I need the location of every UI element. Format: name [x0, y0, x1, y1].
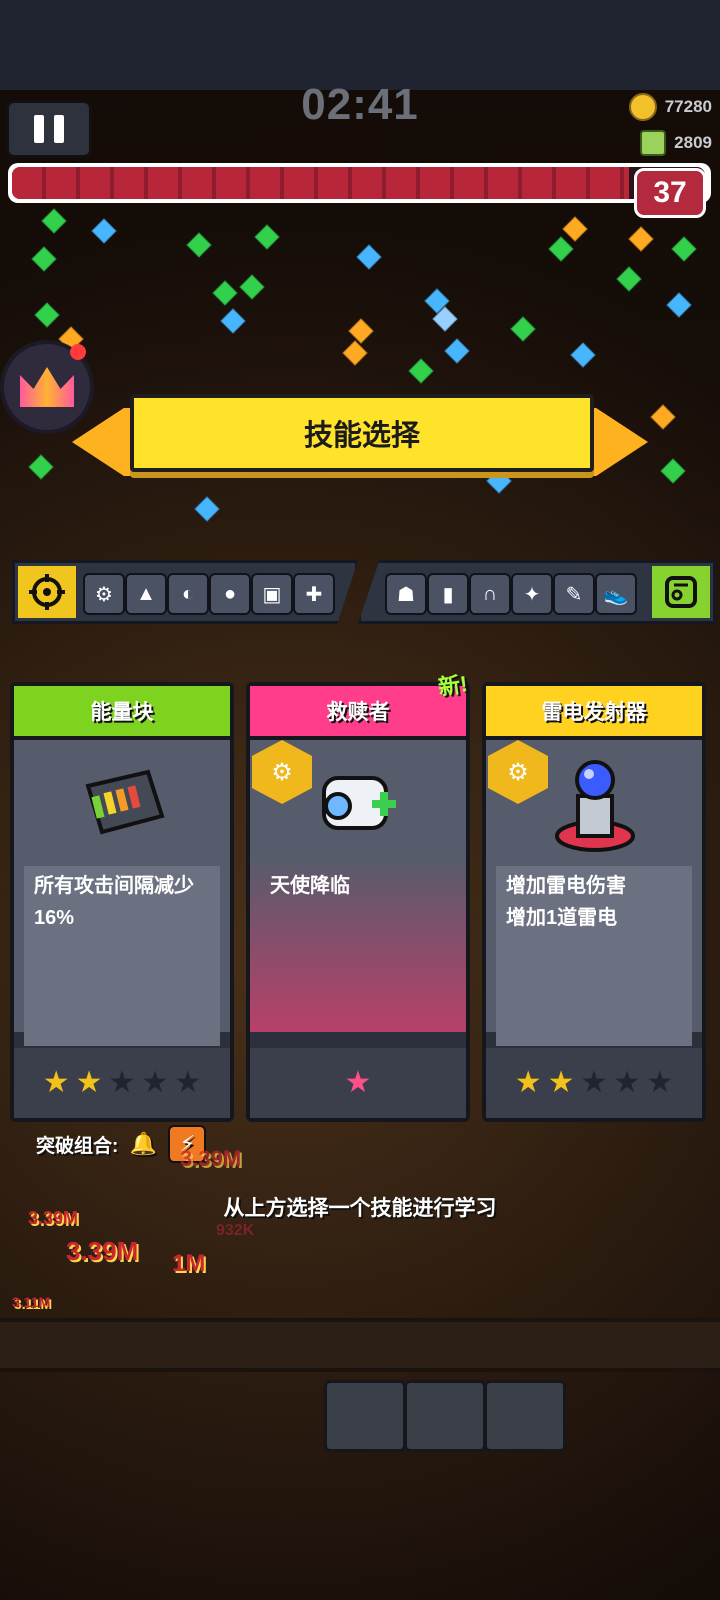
damage-number: 932K	[216, 1222, 255, 1239]
experience-bar	[8, 163, 711, 203]
coin-counter: 77280	[628, 93, 712, 121]
crosshair-icon	[18, 566, 76, 618]
skill-select-title: 技能选择	[130, 394, 594, 472]
passive-slot-6[interactable]: 👟	[595, 573, 637, 615]
star-empty-icon: ★	[580, 1066, 608, 1099]
card-title: 能量块	[14, 686, 230, 740]
pause-icon	[34, 115, 44, 143]
damage-number: 3.11M	[12, 1294, 51, 1310]
rail-track	[0, 1318, 720, 1372]
passive-slot-4[interactable]: ✦	[511, 573, 553, 615]
star-empty-icon: ★	[108, 1066, 136, 1099]
weapon-slot-1[interactable]: ⚙	[83, 573, 125, 615]
mine-cart	[324, 1380, 406, 1452]
kill-count: 2809	[674, 133, 712, 152]
notification-dot	[70, 344, 86, 360]
redeemer-device-icon	[314, 758, 404, 848]
battery-icon	[78, 764, 168, 844]
weapon-slots-panel: ⚙ ▲ ◐ ● ▣ ✚	[12, 560, 358, 624]
star-empty-icon: ★	[174, 1066, 202, 1099]
star-filled-icon: ★	[344, 1066, 372, 1099]
card-description: 所有攻击间隔减少16%	[24, 866, 220, 1046]
passive-slots-panel: ☗ ▮ ∩ ✦ ✎ 👟	[358, 560, 716, 624]
coin-count: 77280	[664, 97, 712, 116]
card-description-line-2: 增加1道雷电	[506, 907, 618, 929]
equipment-bar: ⚙ ▲ ◐ ● ▣ ✚ ☗ ▮ ∩ ✦ ✎ 👟	[12, 560, 716, 624]
weapon-slot-5[interactable]: ▣	[251, 573, 293, 615]
star-filled-icon: ★	[514, 1066, 542, 1099]
weapon-slot-6[interactable]: ✚	[293, 573, 335, 615]
card-title: 雷电发射器	[486, 686, 702, 740]
weapon-slot-2[interactable]: ▲	[125, 573, 167, 615]
star-empty-icon: ★	[646, 1066, 674, 1099]
skill-card-thunder-launcher[interactable]: 雷电发射器 ⚙ 增加雷电伤害 增加1道雷电 ★ ★ ★ ★ ★	[482, 682, 706, 1122]
passive-slot-1[interactable]: ☗	[385, 573, 427, 615]
tesla-tower-icon: 🔔	[129, 1131, 158, 1156]
selection-hint: 从上方选择一个技能进行学习	[223, 1197, 497, 1220]
skill-card-energy-block[interactable]: 能量块 所有攻击间隔减少16% ★ ★ ★ ★ ★	[10, 682, 234, 1122]
gear-box-icon	[652, 566, 710, 618]
card-rating: ★	[250, 1048, 466, 1118]
passive-slot-5[interactable]: ✎	[553, 573, 595, 615]
star-filled-icon: ★	[42, 1066, 70, 1099]
status-strip	[0, 0, 720, 90]
card-rating: ★ ★ ★ ★ ★	[14, 1048, 230, 1118]
crown-icon	[20, 367, 74, 407]
damage-number: 1M	[172, 1250, 206, 1277]
coin-icon	[628, 93, 657, 121]
mine-cart	[484, 1380, 566, 1452]
star-empty-icon: ★	[613, 1066, 641, 1099]
skull-icon	[640, 130, 667, 156]
combo-label: 突破组合:	[36, 1135, 119, 1157]
damage-number: 3.39M	[66, 1236, 139, 1266]
experience-fill	[12, 167, 629, 199]
card-description-line-1: 增加雷电伤害	[506, 875, 626, 897]
kill-counter: 2809	[640, 130, 712, 156]
card-description: 增加雷电伤害 增加1道雷电	[496, 866, 692, 1046]
star-filled-icon: ★	[547, 1066, 575, 1099]
damage-number: 3.39M	[180, 1146, 242, 1171]
passive-slot-3[interactable]: ∩	[469, 573, 511, 615]
skill-card-redeemer[interactable]: 救赎者 ⚙ 天使降临 ★	[246, 682, 470, 1122]
card-rating: ★ ★ ★ ★ ★	[486, 1048, 702, 1118]
star-empty-icon: ★	[141, 1066, 169, 1099]
game-timer: 02:41	[301, 80, 419, 129]
level-badge: 37	[634, 168, 706, 218]
mine-cart	[404, 1380, 486, 1452]
weapon-slot-3[interactable]: ◐	[167, 573, 209, 615]
star-filled-icon: ★	[75, 1066, 103, 1099]
new-tag: 新!	[436, 671, 470, 700]
card-description: 天使降临	[270, 875, 350, 897]
weapon-slot-4[interactable]: ●	[209, 573, 251, 615]
passive-slot-2[interactable]: ▮	[427, 573, 469, 615]
card-title: 救赎者	[250, 686, 466, 740]
tesla-orb-icon	[548, 754, 642, 854]
pause-button[interactable]	[6, 100, 92, 158]
